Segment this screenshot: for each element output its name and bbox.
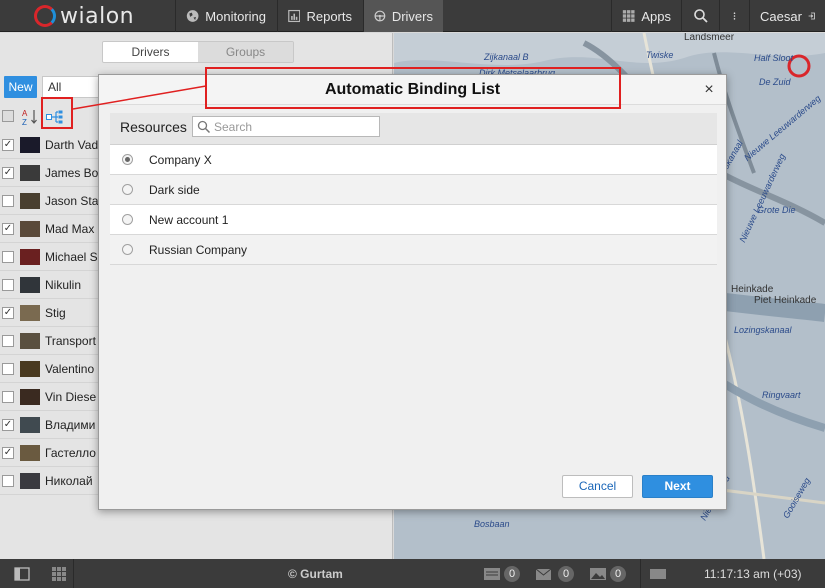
callout-connector: [72, 85, 207, 110]
